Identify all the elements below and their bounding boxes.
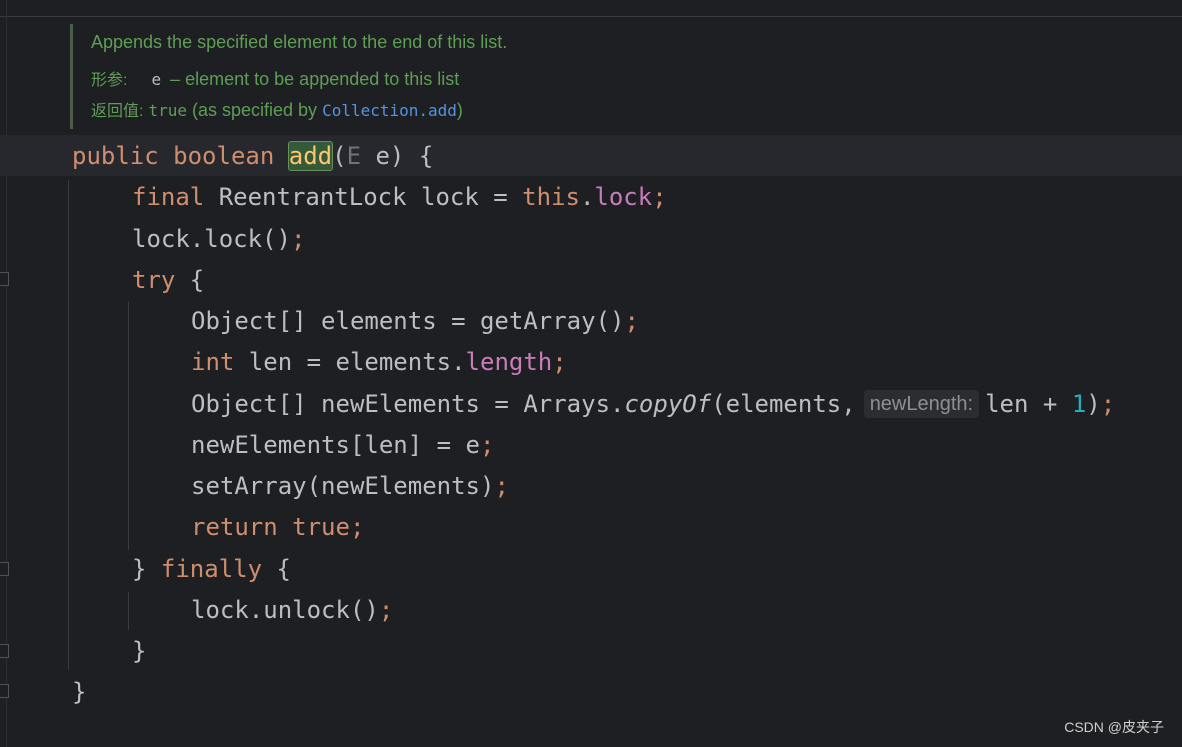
set-array-call: setArray(newElements) (191, 472, 495, 500)
kw-try: try (132, 266, 176, 294)
javadoc-return-tag: 返回值: (91, 103, 144, 120)
indent-guide-finally (128, 592, 129, 630)
brace-close: } (132, 637, 147, 665)
indent-guide-method (68, 180, 69, 670)
lock-decl: ReentrantLock lock = (204, 183, 523, 211)
javadoc-return-desc: (as specified by (187, 100, 323, 120)
kw-boolean: boolean (173, 142, 275, 170)
semicolon: ; (1100, 390, 1116, 418)
array-assign: newElements[len] = e (191, 431, 480, 459)
editor-top-divider (0, 16, 1182, 17)
semicolon: ; (652, 183, 667, 211)
semicolon: ; (349, 513, 365, 541)
javadoc-param-tag: 形参: (91, 72, 128, 89)
code-editor[interactable]: Appends the specified element to the end… (0, 0, 1182, 747)
new-elements-decl: Object[] newElements = Arrays. (191, 390, 625, 418)
method-copyof: copyOf (624, 390, 712, 418)
kw-final: final (132, 183, 205, 211)
brace-close: } (132, 555, 161, 583)
javadoc-return-link[interactable]: Collection.add (322, 101, 457, 120)
field-length: length (465, 348, 553, 376)
len-decl: len = elements. (234, 348, 466, 376)
code-line-5[interactable]: Object[] elements = getArray(); (191, 305, 639, 337)
fold-marker-try[interactable] (0, 272, 9, 286)
code-line-10[interactable]: return true; (191, 511, 364, 543)
paren-close: ) (1086, 390, 1101, 418)
brace-open: { (262, 555, 291, 583)
semicolon: ; (290, 225, 306, 253)
code-line-6[interactable]: int len = elements.length; (191, 346, 567, 378)
code-line-2[interactable]: final ReentrantLock lock = this.lock; (132, 181, 667, 213)
javadoc-summary: Appends the specified element to the end… (91, 32, 508, 52)
code-line-3[interactable]: lock.lock(); (132, 223, 305, 255)
semicolon: ; (552, 348, 567, 376)
brace-close: } (72, 678, 87, 706)
kw-public: public (72, 142, 159, 170)
semicolon: ; (494, 472, 509, 500)
dot: . (579, 183, 595, 211)
lock-call: lock.lock() (132, 225, 291, 253)
javadoc-param-name: e (151, 70, 162, 89)
gutter (6, 0, 7, 747)
rendered-javadoc: Appends the specified element to the end… (70, 24, 1170, 129)
brace-open: { (175, 266, 205, 294)
kw-finally: finally (160, 555, 263, 583)
parameter-hint-newlength[interactable]: newLength: (863, 390, 980, 418)
type-param-e: E (346, 142, 362, 170)
method-name-add[interactable]: add (287, 141, 334, 171)
semicolon: ; (378, 596, 394, 624)
kw-int: int (191, 348, 235, 376)
fold-marker-finally-end[interactable] (0, 644, 9, 658)
kw-true: true (292, 513, 350, 541)
javadoc-param-desc: – element to be appended to this list (165, 69, 460, 89)
code-line-13[interactable]: } (132, 635, 146, 667)
code-line-7[interactable]: Object[] newElements = Arrays.copyOf(ele… (191, 388, 1115, 420)
fold-marker-method-end[interactable] (0, 684, 9, 698)
javadoc-return-close: ) (456, 100, 463, 120)
kw-return: return (191, 513, 278, 541)
number-one: 1 (1071, 390, 1087, 418)
code-line-8[interactable]: newElements[len] = e; (191, 429, 494, 461)
semicolon: ; (624, 307, 639, 335)
code-line-1[interactable]: public boolean add(E e) { (72, 140, 433, 172)
javadoc-return: 返回值: true (as specified by Collection.ad… (91, 97, 463, 121)
javadoc-bar (70, 24, 73, 129)
indent-guide-try (128, 302, 129, 550)
fold-marker-finally[interactable] (0, 562, 9, 576)
code-line-9[interactable]: setArray(newElements); (191, 470, 509, 502)
code-line-4[interactable]: try { (132, 264, 204, 296)
elements-decl: Object[] elements = getArray() (191, 307, 625, 335)
field-lock: lock (594, 183, 653, 211)
len-plus: len + (985, 390, 1072, 418)
javadoc-return-value: true (148, 101, 187, 120)
paren-open: ( (332, 142, 347, 170)
semicolon: ; (479, 431, 495, 459)
watermark: CSDN @皮夹子 (1064, 719, 1164, 735)
copyof-args: (elements, (711, 390, 856, 418)
unlock-call: lock.unlock() (191, 596, 379, 624)
javadoc-param: 形参: e – element to be appended to this li… (91, 66, 459, 90)
method-params: e) { (361, 142, 434, 170)
kw-this: this (522, 183, 580, 211)
code-line-11[interactable]: } finally { (132, 553, 291, 585)
code-line-14[interactable]: } (72, 676, 86, 708)
code-line-12[interactable]: lock.unlock(); (191, 594, 393, 626)
